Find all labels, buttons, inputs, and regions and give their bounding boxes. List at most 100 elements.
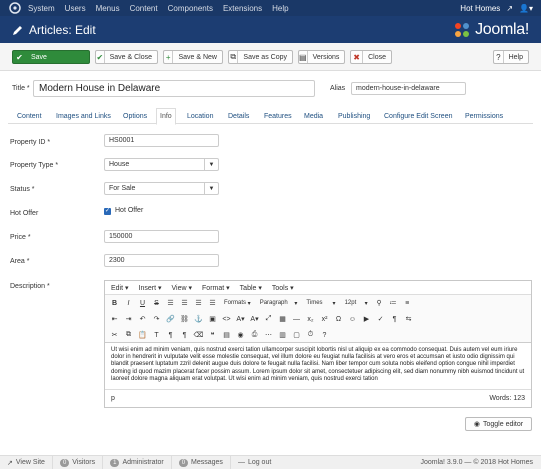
editor-menu-tools[interactable]: Tools ▾	[272, 284, 294, 292]
tab-details[interactable]: Details	[225, 108, 252, 124]
blockquote-icon[interactable]: ❝	[207, 330, 218, 341]
alias-input[interactable]: modern-house-in-delaware	[351, 82, 466, 95]
tab-publishing[interactable]: Publishing	[335, 108, 373, 124]
numbered-list-icon[interactable]: ≡	[402, 298, 413, 309]
anchor-icon[interactable]: ⚓	[193, 314, 204, 325]
tab-configure-edit-screen[interactable]: Configure Edit Screen	[381, 108, 455, 124]
editor-menu-table[interactable]: Table ▾	[240, 284, 262, 292]
template-icon[interactable]: ▥	[277, 330, 288, 341]
tab-images-and-links[interactable]: Images and Links	[53, 108, 114, 124]
editor-content[interactable]: Ut wisi enim ad minim veniam, quis nostr…	[105, 343, 531, 387]
property-id-input[interactable]: HS0001	[104, 134, 219, 147]
tab-features[interactable]: Features	[261, 108, 295, 124]
strikethrough-icon[interactable]: S	[151, 298, 162, 309]
messages-indicator[interactable]: 0 Messages	[172, 455, 231, 469]
time-icon[interactable]: ⏱	[305, 330, 316, 341]
tab-options[interactable]: Options	[120, 108, 150, 124]
align-left-icon[interactable]: ☰	[165, 298, 176, 309]
title-input[interactable]: Modern House in Delaware	[33, 80, 315, 97]
save-close-button[interactable]: ✔ Save & Close	[95, 50, 158, 64]
rtl-icon[interactable]: ⇆	[403, 314, 414, 325]
paste-text-icon[interactable]: T	[151, 330, 162, 341]
unlink-icon[interactable]: ⛓	[179, 314, 190, 325]
preview-icon[interactable]: ◉	[235, 330, 246, 341]
fullscreen-icon[interactable]: ⤢	[263, 314, 274, 325]
link-icon[interactable]: 🔗	[165, 314, 176, 325]
superscript-icon[interactable]: x²	[319, 314, 330, 325]
menu-content[interactable]: Content	[130, 4, 158, 13]
cut-icon[interactable]: ✂	[109, 330, 120, 341]
align-justify-icon[interactable]: ☰	[207, 298, 218, 309]
insert-date-icon[interactable]: ▤	[221, 330, 232, 341]
joomla-logo-icon[interactable]	[8, 2, 22, 14]
background-color-icon[interactable]: A▾	[249, 314, 260, 325]
tab-info[interactable]: Info	[156, 108, 176, 125]
help-circle-icon[interactable]: ?	[319, 330, 330, 341]
align-center-icon[interactable]: ☰	[179, 298, 190, 309]
tab-permissions[interactable]: Permissions	[462, 108, 506, 124]
element-path[interactable]: p	[111, 395, 115, 402]
paste-icon[interactable]: 📋	[137, 330, 148, 341]
horizontal-rule-icon[interactable]: —	[291, 314, 302, 325]
view-site-link[interactable]: ↗ View Site	[0, 455, 53, 469]
table-icon[interactable]: ▦	[277, 314, 288, 325]
property-type-select[interactable]: House ▼	[104, 158, 219, 171]
help-button[interactable]: ? Help	[493, 50, 529, 64]
tab-location[interactable]: Location	[184, 108, 216, 124]
media-icon[interactable]: ▶	[361, 314, 372, 325]
clear-formatting-icon[interactable]: ⌫	[193, 330, 204, 341]
special-character-icon[interactable]: Ω	[333, 314, 344, 325]
find-replace-icon[interactable]: ⚲	[374, 298, 385, 309]
pilcrow-icon[interactable]: ¶	[179, 330, 190, 341]
editor-menu-view[interactable]: View ▾	[172, 284, 193, 292]
bold-icon[interactable]: B	[109, 298, 120, 309]
text-color-icon[interactable]: A▾	[235, 314, 246, 325]
logout-link[interactable]: — Log out	[231, 456, 278, 469]
editor-menu-format[interactable]: Format ▾	[202, 284, 230, 292]
area-input[interactable]: 2300	[104, 254, 219, 267]
save-button[interactable]: ✔ Save	[12, 50, 90, 64]
font-family-dropdown[interactable]: Times ▾	[303, 298, 338, 309]
administrator-indicator[interactable]: 1 Administrator	[103, 455, 172, 469]
paragraph-dropdown[interactable]: Paragraph ▾	[257, 298, 301, 309]
undo-icon[interactable]: ↶	[137, 314, 148, 325]
italic-icon[interactable]: I	[123, 298, 134, 309]
user-menu-icon[interactable]: 👤▾	[519, 4, 533, 13]
menu-extensions[interactable]: Extensions	[223, 4, 262, 13]
price-input[interactable]: 150000	[104, 230, 219, 243]
menu-components[interactable]: Components	[168, 4, 213, 13]
spellcheck-icon[interactable]: ✓	[375, 314, 386, 325]
formats-dropdown[interactable]: Formats ▾	[221, 298, 254, 309]
versions-button[interactable]: ▤ Versions	[298, 50, 345, 64]
tab-media[interactable]: Media	[301, 108, 326, 124]
status-select[interactable]: For Sale ▼	[104, 182, 219, 195]
save-as-copy-button[interactable]: ⧉ Save as Copy	[228, 50, 293, 64]
close-button[interactable]: ✖ Close	[350, 50, 392, 64]
hot-offer-checkbox[interactable]: ✓	[104, 208, 111, 215]
visitors-indicator[interactable]: 0 Visitors	[53, 455, 104, 469]
image-icon[interactable]: ▣	[207, 314, 218, 325]
site-name-link[interactable]: Hot Homes	[460, 4, 500, 13]
pagebreak-icon[interactable]: ⋯	[263, 330, 274, 341]
show-blocks-icon[interactable]: ¶	[165, 330, 176, 341]
editor-menu-edit[interactable]: Edit ▾	[111, 284, 129, 292]
menu-system[interactable]: System	[28, 4, 55, 13]
subscript-icon[interactable]: x₂	[305, 314, 316, 325]
align-right-icon[interactable]: ☰	[193, 298, 204, 309]
font-size-dropdown[interactable]: 12pt ▾	[342, 298, 371, 309]
menu-help[interactable]: Help	[272, 4, 288, 13]
copy-icon[interactable]: ⧉	[123, 330, 134, 341]
code-icon[interactable]: <>	[221, 314, 232, 325]
save-new-button[interactable]: + Save & New	[163, 50, 223, 64]
paragraph-mark-icon[interactable]: ¶	[389, 314, 400, 325]
visual-aid-icon[interactable]: ▢	[291, 330, 302, 341]
bullet-list-icon[interactable]: ≔	[388, 298, 399, 309]
editor-menu-insert[interactable]: Insert ▾	[139, 284, 162, 292]
outdent-icon[interactable]: ⇤	[109, 314, 120, 325]
print-icon[interactable]: ⎙	[249, 330, 260, 341]
tab-content[interactable]: Content	[14, 108, 45, 124]
menu-menus[interactable]: Menus	[96, 4, 120, 13]
emoticons-icon[interactable]: ☺	[347, 314, 358, 325]
underline-icon[interactable]: U	[137, 298, 148, 309]
toggle-editor-button[interactable]: ◉ Toggle editor	[465, 417, 532, 431]
